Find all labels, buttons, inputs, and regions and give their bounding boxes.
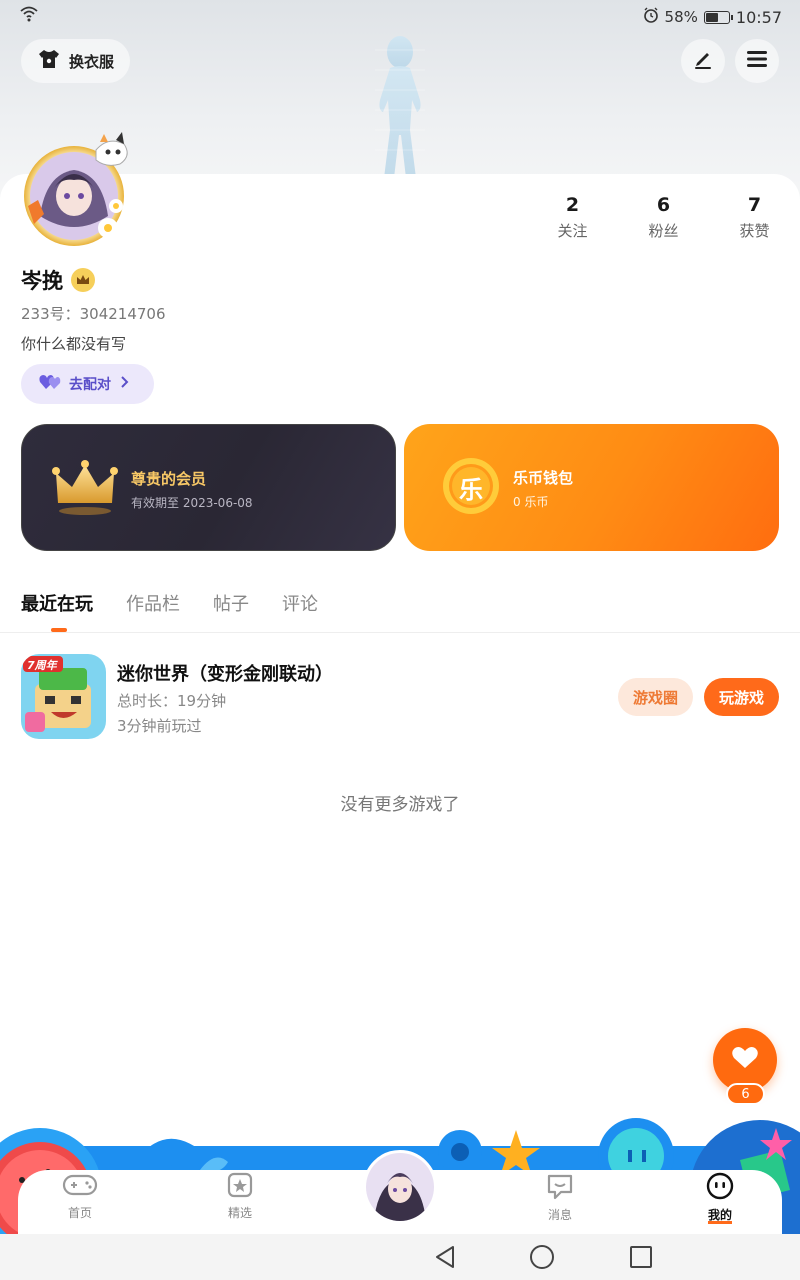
change-outfit-button[interactable]: 换衣服: [21, 39, 130, 83]
coin-wallet-card[interactable]: 乐 乐币钱包 0 乐币: [404, 424, 779, 551]
wallet-title: 乐币钱包: [513, 469, 574, 487]
vip-title: 尊贵的会员: [131, 470, 207, 488]
nav-mine-label: 我的: [707, 1208, 732, 1222]
stat-fans-label: 粉丝: [648, 222, 679, 240]
battery-fill: [705, 12, 719, 22]
tab-posts[interactable]: 帖子: [213, 590, 249, 616]
play-game-button[interactable]: 玩游戏: [704, 678, 779, 716]
smiley-icon: [705, 1172, 735, 1204]
coin-glyph: 乐: [459, 476, 483, 504]
shirt-icon: [37, 48, 61, 74]
alarm-icon: [643, 7, 659, 27]
pen-icon: [692, 48, 714, 74]
gold-crown-icon: [52, 459, 118, 523]
user-bio: 你什么都没有写: [21, 335, 127, 353]
chat-bubble-icon: [545, 1174, 575, 1204]
nav-home-label: 首页: [67, 1206, 92, 1220]
wifi-icon: [20, 6, 38, 26]
nav-featured[interactable]: 精选: [200, 1172, 280, 1221]
nav-messages-label: 消息: [547, 1208, 572, 1222]
tabs-divider: [0, 632, 800, 633]
stat-likes-count: 7: [747, 194, 762, 216]
star-bookmark-icon: [226, 1172, 254, 1202]
profile-tabs: 最近在玩 作品栏 帖子 评论: [21, 590, 351, 616]
back-icon[interactable]: [432, 1244, 458, 1274]
edit-button[interactable]: [681, 39, 725, 83]
stat-fans[interactable]: 6 粉丝: [618, 194, 709, 241]
crown-icon: [76, 271, 90, 290]
change-outfit-label: 换衣服: [68, 52, 114, 71]
tab-works[interactable]: 作品栏: [126, 590, 180, 616]
nav-featured-label: 精选: [227, 1206, 252, 1220]
match-button[interactable]: 去配对: [21, 364, 154, 404]
battery-icon: [703, 10, 733, 24]
status-bar: 58% 10:57: [0, 0, 800, 34]
vip-expiry: 有效期至 2023-06-08: [131, 496, 253, 510]
menu-button[interactable]: [735, 39, 779, 83]
game-duration: 总时长：19分钟: [117, 692, 227, 710]
user-name: 岑挽: [21, 269, 63, 293]
game-circle-button[interactable]: 游戏圈: [618, 678, 693, 716]
hearts-icon: [39, 373, 61, 395]
like-count-badge: 6: [726, 1083, 765, 1105]
tab-recent-played[interactable]: 最近在玩: [21, 590, 93, 616]
stat-following-count: 2: [565, 194, 580, 216]
nav-center-avatar[interactable]: [363, 1150, 437, 1224]
chevron-right-icon: [119, 375, 129, 393]
game-title: 迷你世界（变形金刚联动）: [117, 664, 333, 685]
name-row: 岑挽: [21, 265, 95, 295]
gamepad-icon: [62, 1174, 98, 1202]
game-last-played: 3分钟前玩过: [117, 717, 202, 735]
home-circle-icon[interactable]: [529, 1244, 555, 1274]
wallet-balance: 0 乐币: [513, 495, 549, 509]
3d-avatar-figure[interactable]: [360, 30, 440, 180]
hamburger-icon: [746, 49, 768, 73]
heart-icon: [731, 1046, 759, 1074]
no-more-games-text: 没有更多游戏了: [340, 795, 460, 815]
user-avatar[interactable]: [16, 130, 132, 246]
game-icon-badge: 7周年: [27, 659, 57, 672]
game-icon[interactable]: 7周年: [21, 654, 106, 739]
stat-following-label: 关注: [557, 222, 588, 240]
system-navigation-bar: [0, 1234, 800, 1280]
user-id: 233号：304214706: [21, 305, 166, 323]
vip-membership-card[interactable]: 尊贵的会员 有效期至 2023-06-08: [21, 424, 396, 551]
nav-messages[interactable]: 消息: [520, 1172, 600, 1223]
nav-mine[interactable]: 我的: [680, 1172, 760, 1223]
vip-crown-badge[interactable]: [71, 268, 95, 292]
stat-following[interactable]: 2 关注: [527, 194, 618, 241]
recent-game-item[interactable]: 7周年 迷你世界（变形金刚联动） 总时长：19分钟 3分钟前玩过 游戏圈 玩游戏: [21, 654, 779, 740]
nav-home[interactable]: 首页: [40, 1172, 120, 1221]
coin-icon: 乐: [442, 457, 500, 519]
stat-likes-label: 获赞: [739, 222, 770, 240]
recents-square-icon[interactable]: [628, 1244, 654, 1274]
profile-stats: 2 关注 6 粉丝 7 获赞: [527, 194, 800, 241]
clock: 10:57: [735, 7, 782, 27]
battery-percent: 58%: [664, 8, 698, 26]
tab-comments[interactable]: 评论: [282, 590, 318, 616]
stat-fans-count: 6: [656, 194, 671, 216]
stat-likes[interactable]: 7 获赞: [709, 194, 800, 241]
match-label: 去配对: [69, 377, 111, 393]
